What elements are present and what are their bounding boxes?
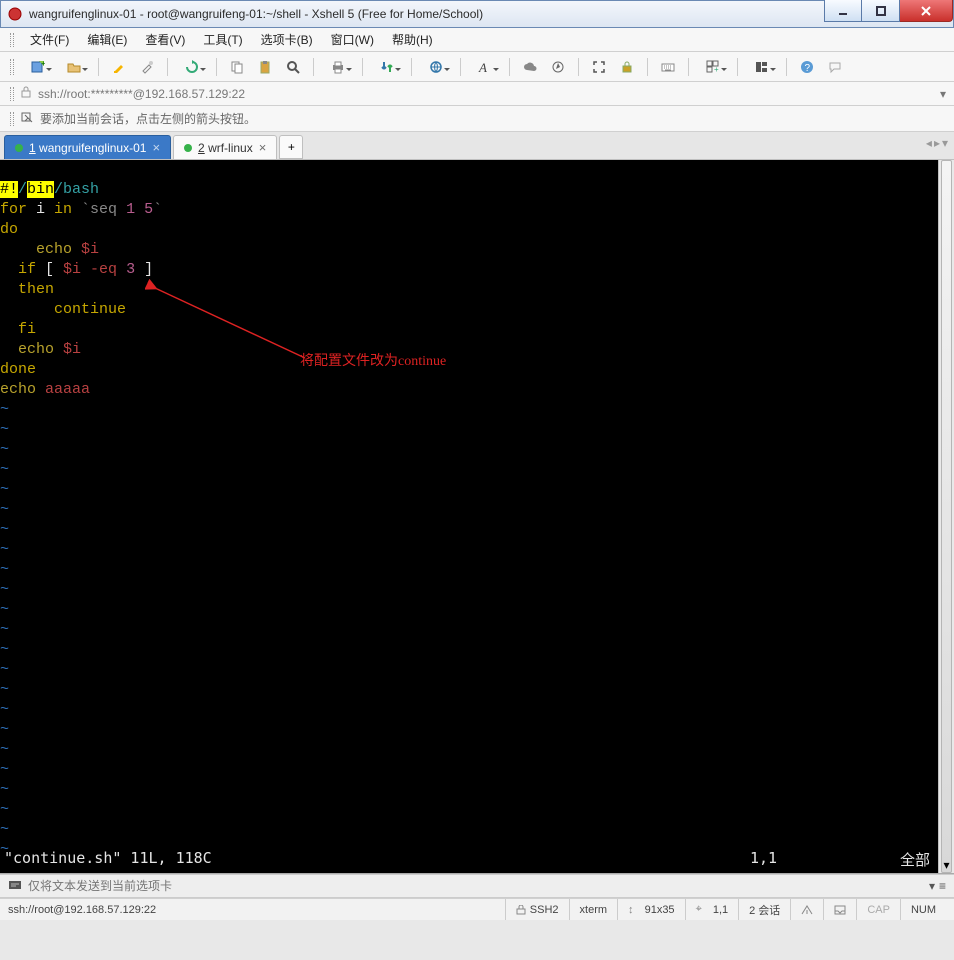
menubar-grip[interactable] bbox=[10, 33, 14, 47]
window-close-button[interactable] bbox=[900, 0, 953, 22]
status-size: ↕ 91x35 bbox=[617, 899, 685, 920]
status-bar: ssh://root@192.168.57.129:22 SSH2 xterm … bbox=[0, 898, 954, 920]
code-shebang: #! bbox=[0, 181, 18, 198]
status-connection: ssh://root@192.168.57.129:22 bbox=[8, 904, 505, 916]
tab-status-icon bbox=[184, 144, 192, 152]
status-num: NUM bbox=[900, 899, 946, 920]
menu-file[interactable]: 文件(F) bbox=[22, 28, 77, 51]
annotation-text: 将配置文件改为continue bbox=[300, 350, 446, 370]
window-titlebar: wangruifenglinux-01 - root@wangruifeng-0… bbox=[0, 0, 954, 28]
copy-button[interactable] bbox=[225, 56, 249, 78]
window-minimize-button[interactable] bbox=[824, 0, 862, 22]
window-title: wangruifenglinux-01 - root@wangruifeng-0… bbox=[29, 7, 824, 21]
svg-text:A: A bbox=[478, 60, 487, 74]
menu-edit[interactable]: 编辑(E) bbox=[79, 28, 135, 51]
open-session-button[interactable] bbox=[58, 56, 90, 78]
tab-next-icon[interactable]: ▸ bbox=[934, 136, 940, 150]
tab-number: 2 bbox=[198, 141, 205, 155]
toolbar-grip[interactable] bbox=[10, 59, 14, 75]
fullscreen-button[interactable] bbox=[587, 56, 611, 78]
send-input-bar: ▾ ≡ bbox=[0, 874, 954, 898]
reconnect-button[interactable] bbox=[176, 56, 208, 78]
find-button[interactable] bbox=[281, 56, 305, 78]
menu-bar: 文件(F) 编辑(E) 查看(V) 工具(T) 选项卡(B) 窗口(W) 帮助(… bbox=[0, 28, 954, 52]
tab-nav: ◂ ▸ ▾ bbox=[926, 136, 948, 150]
session-tabstrip: 1 wangruifenglinux-01 × 2 wrf-linux × + … bbox=[0, 132, 954, 160]
window-maximize-button[interactable] bbox=[862, 0, 900, 22]
menu-window[interactable]: 窗口(W) bbox=[323, 28, 382, 51]
addrbar-grip[interactable] bbox=[10, 87, 14, 101]
status-cap: CAP bbox=[856, 899, 900, 920]
help-button[interactable]: ? bbox=[795, 56, 819, 78]
hint-bar: 要添加当前会话，点击左侧的箭头按钮。 bbox=[0, 106, 954, 132]
tab-list-icon[interactable]: ▾ bbox=[942, 136, 948, 150]
lock-icon bbox=[20, 86, 32, 101]
vim-scroll-info: 全部 bbox=[870, 849, 930, 870]
send-input-icon bbox=[8, 878, 22, 895]
status-tray-icon bbox=[823, 899, 856, 920]
tab-close-icon[interactable]: × bbox=[152, 140, 160, 155]
input-dropdown-icon[interactable]: ▾ bbox=[929, 879, 935, 893]
status-term: xterm bbox=[569, 899, 618, 920]
print-button[interactable] bbox=[322, 56, 354, 78]
tab-label: wrf-linux bbox=[208, 141, 253, 155]
tab-number: 1 bbox=[29, 141, 36, 155]
svg-text:+: + bbox=[41, 60, 45, 68]
new-tab-button[interactable]: + bbox=[279, 135, 303, 159]
globe-button[interactable] bbox=[420, 56, 452, 78]
tab-prev-icon[interactable]: ◂ bbox=[926, 136, 932, 150]
tab-status-icon bbox=[15, 144, 23, 152]
tab-close-icon[interactable]: × bbox=[259, 140, 267, 155]
hintbar-grip[interactable] bbox=[10, 112, 14, 126]
status-sessions: 2 会话 bbox=[738, 899, 790, 920]
grid-plus-button[interactable]: + bbox=[697, 56, 729, 78]
svg-text:?: ? bbox=[805, 63, 811, 74]
menu-tabs[interactable]: 选项卡(B) bbox=[253, 28, 321, 51]
address-bar: ssh://root:*********@192.168.57.129:22 ▾ bbox=[0, 82, 954, 106]
address-text[interactable]: ssh://root:*********@192.168.57.129:22 bbox=[38, 87, 940, 101]
menu-tools[interactable]: 工具(T) bbox=[195, 28, 250, 51]
lock-button[interactable] bbox=[615, 56, 639, 78]
vim-cursor-pos: 1,1 bbox=[750, 849, 870, 870]
session-tab-1[interactable]: 1 wangruifenglinux-01 × bbox=[4, 135, 171, 159]
tab-label: wangruifenglinux-01 bbox=[39, 141, 146, 155]
new-session-button[interactable]: + bbox=[22, 56, 54, 78]
layout-button[interactable] bbox=[746, 56, 778, 78]
status-cursor: ⌖ 1,1 bbox=[685, 899, 739, 920]
hint-text: 要添加当前会话，点击左侧的箭头按钮。 bbox=[40, 110, 256, 127]
menu-view[interactable]: 查看(V) bbox=[137, 28, 193, 51]
send-input-field[interactable] bbox=[28, 879, 921, 893]
vim-status-line: "continue.sh" 11L, 118C 1,1 全部 bbox=[0, 849, 938, 873]
terminal-scrollbar[interactable]: ▴ ▾ bbox=[938, 160, 954, 873]
address-dropdown-icon[interactable]: ▾ bbox=[940, 87, 946, 101]
highlight-button[interactable] bbox=[107, 56, 131, 78]
terminal-area[interactable]: #!/bin/bash for i in `seq 1 5` do echo $… bbox=[0, 160, 954, 874]
color-picker-button[interactable] bbox=[135, 56, 159, 78]
session-tab-2[interactable]: 2 wrf-linux × bbox=[173, 135, 277, 159]
svg-text:+: + bbox=[714, 65, 719, 74]
transfer-button[interactable] bbox=[371, 56, 403, 78]
hint-arrow-icon[interactable] bbox=[20, 110, 34, 127]
menu-help[interactable]: 帮助(H) bbox=[384, 28, 441, 51]
status-ssh: SSH2 bbox=[505, 899, 569, 920]
chat-button[interactable] bbox=[823, 56, 847, 78]
app-icon bbox=[7, 6, 23, 22]
main-toolbar: + A + ? bbox=[0, 52, 954, 82]
status-net-icon bbox=[790, 899, 823, 920]
keyboard-button[interactable] bbox=[656, 56, 680, 78]
scrollbar-thumb[interactable] bbox=[941, 160, 952, 873]
font-button[interactable]: A bbox=[469, 56, 501, 78]
paste-button[interactable] bbox=[253, 56, 277, 78]
input-menu-icon[interactable]: ≡ bbox=[939, 879, 946, 893]
compass-button[interactable] bbox=[546, 56, 570, 78]
cloud-button[interactable] bbox=[518, 56, 542, 78]
scroll-down-icon[interactable]: ▾ bbox=[939, 857, 954, 873]
vim-file-info: "continue.sh" 11L, 118C bbox=[4, 849, 212, 870]
terminal-content[interactable]: #!/bin/bash for i in `seq 1 5` do echo $… bbox=[0, 160, 938, 873]
